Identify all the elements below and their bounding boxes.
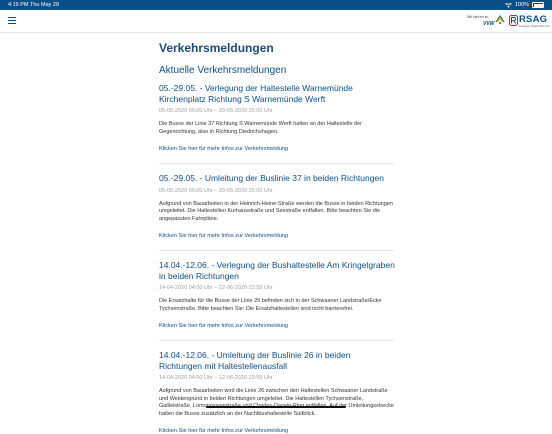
message-more-link[interactable]: Klicken Sie hier für mehr Infos zur Verk… (159, 146, 395, 152)
app-bar: Wir fahren im VVW RSAG Rostocker Straßen… (0, 10, 552, 33)
message-more-link[interactable]: Klicken Sie hier für mehr Infos zur Verk… (159, 428, 395, 434)
page-title: Verkehrsmeldungen (159, 41, 274, 55)
message-date: 05-05-2020 05:00 Uhr – 29-05-2020 20:00 … (159, 108, 273, 114)
traffic-message: 05.-29.05. - Verlegung der Haltestelle W… (159, 83, 395, 164)
vvw-logo-icon (495, 15, 505, 24)
wifi-icon (504, 2, 512, 8)
rsag-logo-icon (509, 15, 518, 26)
message-title: 14.04.-12.06. - Verlegung der Bushaltest… (159, 260, 395, 281)
message-title: 05.-29.05. - Umleitung der Buslinie 37 i… (159, 173, 384, 183)
status-date: Thu May 28 (30, 2, 60, 8)
brand-subtitle: Rostocker Straßenbahn AG (519, 25, 550, 28)
divider (159, 163, 395, 164)
message-body: Die Busse der Linie 37 Richtung S Warnem… (159, 121, 362, 135)
vvw-logo: Wir fahren im VVW (467, 15, 507, 29)
status-right: 100% (504, 0, 544, 10)
message-title: 14.04.-12.06. - Umleitung der Buslinie 2… (159, 350, 351, 371)
message-date: 05-05-2020 05:00 Uhr – 29-05-2020 20:00 … (159, 187, 273, 194)
message-more-link[interactable]: Klicken Sie hier für mehr Infos zur Verk… (159, 233, 395, 239)
battery-icon (532, 2, 544, 8)
message-date: 14-04-2020 04:00 Uhr – 12-06-2020 23:59 … (159, 375, 273, 381)
home-indicator[interactable] (206, 406, 346, 408)
battery-percent: 100% (514, 2, 529, 8)
vvw-tagline: Wir fahren im (467, 15, 489, 19)
message-more-link[interactable]: Klicken Sie hier für mehr Infos zur Verk… (159, 323, 395, 329)
message-title: 05.-29.05. - Verlegung der Haltestelle W… (159, 83, 353, 104)
traffic-message: 14.04.-12.06. - Verlegung der Bushaltest… (159, 260, 395, 341)
traffic-message: 14.04.-12.06. - Umleitung der Buslinie 2… (159, 350, 395, 434)
message-date: 14-04-2020 04:00 Uhr – 12-06-2020 23:59 … (159, 285, 273, 291)
rsag-logo: RSAG Rostocker Straßenbahn AG (509, 14, 550, 29)
brand-name: RSAG (519, 14, 548, 25)
divider (159, 340, 395, 341)
message-body: Aufgrund von Bauarbeiten in der Heinrich… (159, 200, 393, 222)
traffic-message: 05.-29.05. - Umleitung der Buslinie 37 i… (159, 173, 395, 251)
section-title: Aktuelle Verkehrsmeldungen (159, 65, 287, 76)
menu-button[interactable] (8, 17, 16, 25)
divider (159, 250, 395, 251)
vvw-name: VVW (483, 21, 495, 27)
message-body: Die Ersatzhalte für die Busse der Linie … (159, 298, 382, 312)
main-content: Verkehrsmeldungen Aktuelle Verkehrsmeldu… (159, 32, 395, 434)
status-bar: 4:19 PM Thu May 28 100% (0, 0, 552, 10)
status-time: 4:19 PM (8, 2, 29, 8)
menu-icon (8, 17, 16, 19)
